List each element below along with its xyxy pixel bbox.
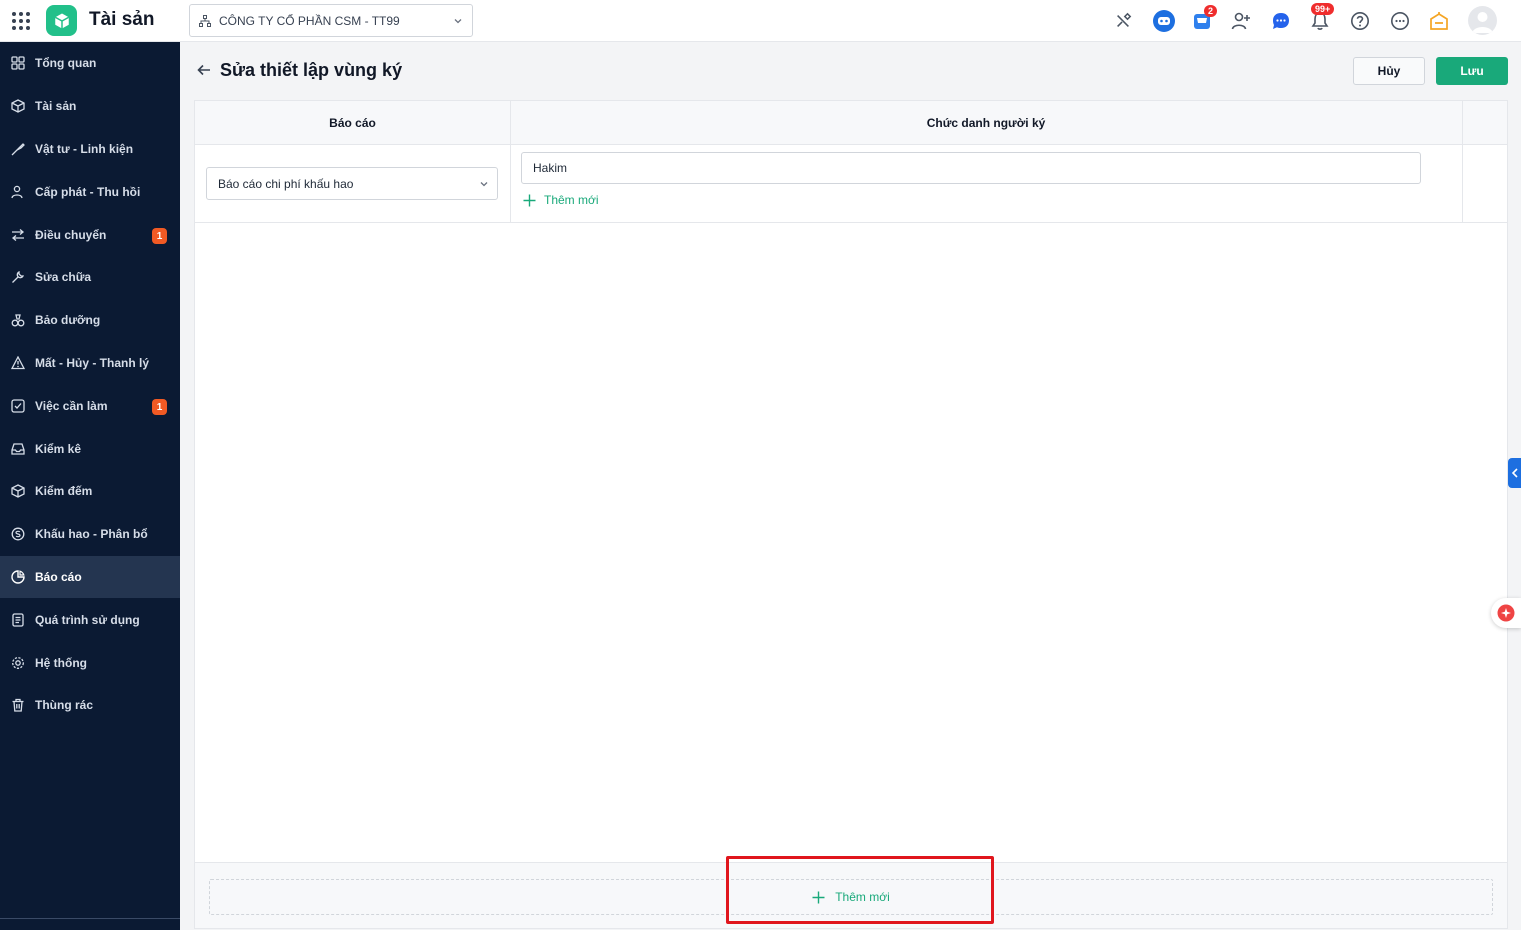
sidebar-item-badge: 1 — [152, 228, 167, 244]
sidebar-item-label: Kiểm đếm — [35, 484, 93, 498]
sidebar-item-thung-rac[interactable]: Thùng rác — [0, 684, 180, 726]
sidebar-item-label: Sửa chữa — [35, 270, 92, 284]
table-footer: Thêm mới — [195, 862, 1507, 928]
save-button[interactable]: Lưu — [1436, 57, 1508, 85]
sidebar-item-kiem-dem[interactable]: Kiểm đếm — [0, 470, 180, 512]
chevron-down-icon — [479, 178, 489, 192]
sidebar-item-label: Cấp phát - Thu hồi — [35, 185, 141, 199]
signer-title-input[interactable] — [521, 152, 1421, 184]
sidebar-item-label: Mất - Hủy - Thanh lý — [35, 356, 149, 370]
column-header-report: Báo cáo — [329, 116, 376, 130]
maintenance-icon — [10, 312, 26, 328]
document-icon — [10, 612, 26, 628]
sidebar-item-mat-huy[interactable]: Mất - Hủy - Thanh lý — [0, 342, 180, 384]
sidebar-item-label: Hệ thống — [35, 656, 87, 670]
cancel-button[interactable]: Hủy — [1353, 57, 1425, 85]
add-row-label: Thêm mới — [835, 890, 890, 904]
cart-icon[interactable]: 2 — [1189, 5, 1218, 34]
sidebar-item-label: Báo cáo — [35, 570, 82, 584]
sidebar-item-badge: 1 — [152, 399, 167, 415]
trash-icon — [10, 697, 26, 713]
box-icon — [10, 98, 26, 114]
chat-icon[interactable] — [1268, 8, 1294, 34]
warning-icon — [10, 355, 26, 371]
sidebar-item-label: Tài sản — [35, 99, 77, 113]
sidebar-item-label: Kiểm kê — [35, 442, 82, 456]
sidebar-item-vat-tu[interactable]: Vật tư - Linh kiện — [0, 128, 180, 170]
app-grid-icon[interactable] — [11, 11, 31, 31]
table-header: Báo cáo Chức danh người ký — [195, 101, 1507, 145]
sidebar-item-label: Vật tư - Linh kiện — [35, 142, 134, 156]
back-arrow-icon[interactable] — [196, 62, 212, 78]
sidebar-item-bao-duong[interactable]: Bảo dưỡng — [0, 299, 180, 341]
money-circle-icon — [10, 526, 26, 542]
sidebar: Tổng quan Tài sản Vật tư - Linh kiện Cấp… — [0, 42, 180, 930]
sidebar-item-kiem-ke[interactable]: Kiểm kê — [0, 428, 180, 470]
sidebar-item-he-thong[interactable]: Hệ thống — [0, 642, 180, 684]
inbox-icon — [10, 441, 26, 457]
collapse-panel-tab[interactable] — [1508, 458, 1521, 488]
sidebar-item-label: Thùng rác — [35, 698, 94, 712]
gear-icon — [10, 655, 26, 671]
sidebar-item-dieu-chuyen[interactable]: Điều chuyển 1 — [0, 214, 180, 256]
sidebar-item-label: Khấu hao - Phân bổ — [35, 527, 148, 541]
sidebar-item-qua-trinh[interactable]: Quá trình sử dụng — [0, 599, 180, 641]
dashboard-icon — [10, 55, 26, 71]
gift-icon[interactable] — [1426, 8, 1452, 34]
sidebar-item-label: Điều chuyển — [35, 228, 107, 242]
sidebar-divider — [0, 918, 180, 919]
sidebar-item-cap-phat[interactable]: Cấp phát - Thu hồi — [0, 171, 180, 213]
chevron-down-icon — [453, 15, 463, 29]
pie-chart-icon — [10, 569, 26, 585]
add-signer-button[interactable]: Thêm mới — [523, 193, 599, 207]
bell-icon[interactable]: 99+ — [1307, 3, 1335, 34]
column-header-signer-title: Chức danh người ký — [926, 116, 1046, 130]
page-title: Sửa thiết lập vùng ký — [220, 60, 403, 80]
sidebar-item-viec-can-lam[interactable]: Việc cần làm 1 — [0, 385, 180, 427]
sidebar-item-label: Tổng quan — [35, 56, 97, 70]
sidebar-item-label: Quá trình sử dụng — [35, 613, 140, 627]
wrench-icon — [10, 269, 26, 285]
sidebar-item-label: Việc cần làm — [35, 399, 108, 413]
org-chart-icon — [199, 14, 211, 27]
tools-icon[interactable] — [1110, 8, 1136, 34]
app-logo-icon — [46, 5, 77, 36]
notification-badge: 99+ — [1311, 3, 1335, 15]
top-bar: Tài sản CÔNG TY CỔ PHẦN CSM - TT99 2 99+ — [0, 0, 1521, 42]
more-icon[interactable] — [1387, 8, 1413, 34]
cart-badge: 2 — [1204, 5, 1218, 17]
sidebar-item-tai-san[interactable]: Tài sản — [0, 85, 180, 127]
help-icon[interactable] — [1347, 8, 1373, 34]
sidebar-item-label: Bảo dưỡng — [35, 313, 101, 327]
report-select-value: Báo cáo chi phí khấu hao — [218, 176, 354, 191]
arrows-swap-icon — [10, 227, 26, 243]
add-signer-label: Thêm mới — [544, 193, 599, 207]
checkbox-icon — [10, 398, 26, 414]
add-user-icon[interactable] — [1228, 8, 1254, 34]
ai-assistant-icon[interactable] — [1491, 598, 1521, 628]
cube-icon — [10, 483, 26, 499]
table-row: Báo cáo chi phí khấu hao Thêm mới — [195, 145, 1507, 223]
sidebar-item-bao-cao[interactable]: Báo cáo — [0, 556, 180, 598]
company-name: CÔNG TY CỔ PHẦN CSM - TT99 — [219, 13, 400, 28]
company-selector[interactable]: CÔNG TY CỔ PHẦN CSM - TT99 — [189, 4, 473, 37]
screwdriver-icon — [10, 141, 26, 157]
signature-settings-table: Báo cáo Chức danh người ký Báo cáo chi p… — [194, 100, 1508, 929]
bot-assistant-icon[interactable] — [1151, 8, 1177, 34]
plus-icon — [523, 194, 536, 207]
report-select[interactable]: Báo cáo chi phí khấu hao — [206, 167, 498, 200]
sidebar-item-sua-chua[interactable]: Sửa chữa — [0, 256, 180, 298]
add-row-button[interactable]: Thêm mới — [209, 879, 1493, 915]
plus-icon — [812, 891, 825, 904]
user-transfer-icon — [10, 184, 26, 200]
sidebar-item-tong-quan[interactable]: Tổng quan — [0, 42, 180, 84]
app-title: Tài sản — [89, 9, 155, 30]
user-avatar[interactable] — [1468, 6, 1497, 35]
sidebar-item-khau-hao[interactable]: Khấu hao - Phân bổ — [0, 513, 180, 555]
